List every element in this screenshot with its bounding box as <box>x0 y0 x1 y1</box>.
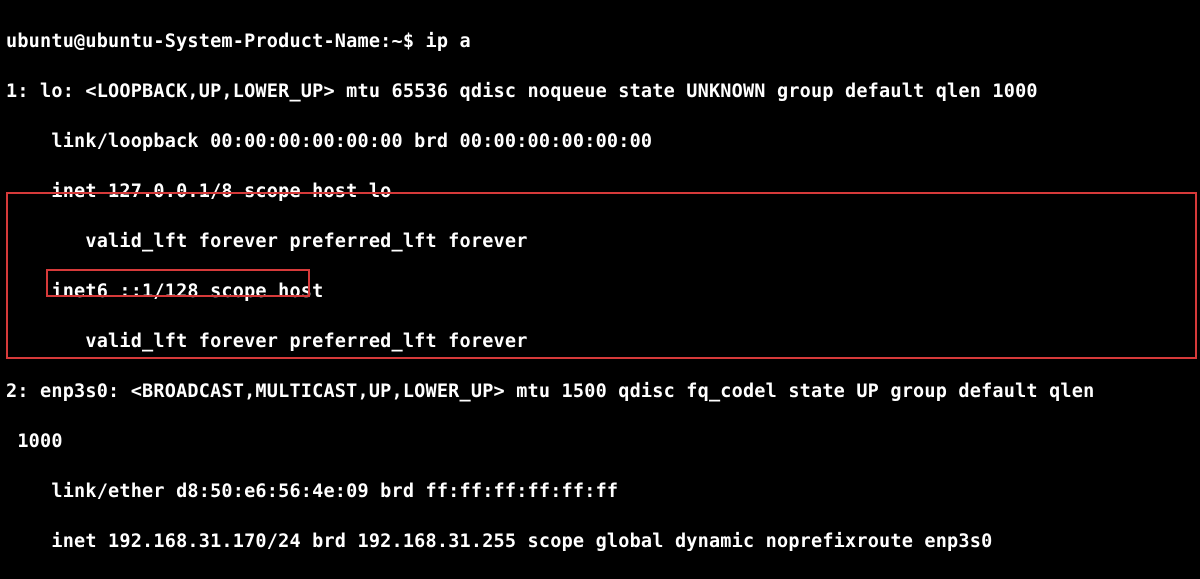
iface-enp3s0-inet-line: inet 192.168.31.170/24 brd 192.168.31.25… <box>6 529 1194 554</box>
iface-lo-inet6: inet6 ::1/128 scope host <box>6 279 1194 304</box>
prompt-sep: : <box>380 31 391 52</box>
prompt-user-host: ubuntu@ubuntu-System-Product-Name <box>6 31 380 52</box>
prompt-dollar: $ <box>403 31 426 52</box>
iface-enp3s0-inet-addr: inet 192.168.31.170/24 <box>6 531 301 552</box>
iface-enp3s0-header: 2: enp3s0: <BROADCAST,MULTICAST,UP,LOWER… <box>6 379 1194 404</box>
iface-lo-inet6-lft: valid_lft forever preferred_lft forever <box>6 329 1194 354</box>
prompt-path: ~ <box>392 31 403 52</box>
iface-lo-link: link/loopback 00:00:00:00:00:00 brd 00:0… <box>6 129 1194 154</box>
iface-lo-header: 1: lo: <LOOPBACK,UP,LOWER_UP> mtu 65536 … <box>6 79 1194 104</box>
iface-enp3s0-header-wrap: 1000 <box>6 429 1194 454</box>
typed-command: ip a <box>426 31 471 52</box>
iface-enp3s0-inet-rest: brd 192.168.31.255 scope global dynamic … <box>301 531 993 552</box>
iface-lo-inet-lft: valid_lft forever preferred_lft forever <box>6 229 1194 254</box>
terminal-window[interactable]: ubuntu@ubuntu-System-Product-Name:~$ ip … <box>0 0 1200 579</box>
prompt-line-1: ubuntu@ubuntu-System-Product-Name:~$ ip … <box>6 29 1194 54</box>
iface-lo-inet: inet 127.0.0.1/8 scope host lo <box>6 179 1194 204</box>
iface-enp3s0-link: link/ether d8:50:e6:56:4e:09 brd ff:ff:f… <box>6 479 1194 504</box>
